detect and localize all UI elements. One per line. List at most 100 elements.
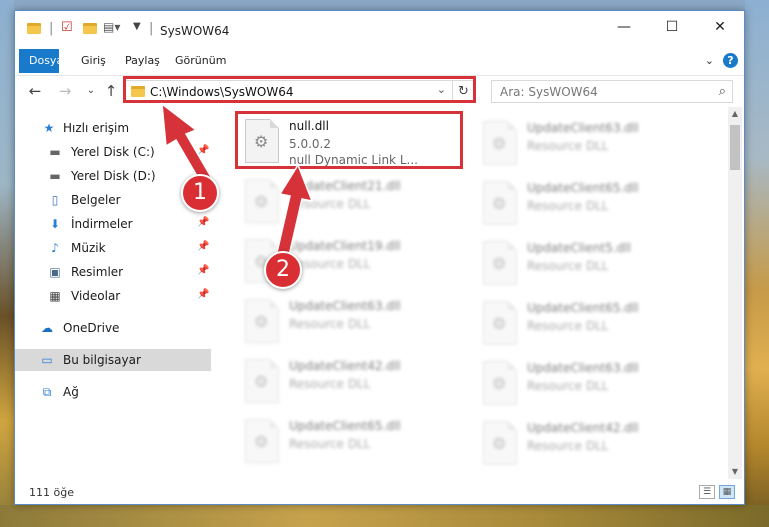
close-button[interactable]: ✕	[697, 11, 743, 43]
file-tile[interactable]: ⚙ UpdateClient63.dll Resource DLL	[239, 295, 464, 353]
file-tile[interactable]: ⚙ UpdateClient65.dll Resource DLL	[239, 415, 464, 473]
desktop-background-bottom	[0, 505, 769, 527]
pin-icon: 📌	[197, 217, 210, 228]
music-icon: ♪	[51, 241, 59, 255]
sidebar-item-disk-d[interactable]: ▬ Yerel Disk (D:) 📌	[15, 165, 211, 187]
sidebar-item-quick-access[interactable]: ★ Hızlı erişim	[15, 117, 211, 139]
computer-icon: ▭	[41, 353, 53, 367]
dll-file-icon: ⚙	[245, 359, 279, 403]
status-bar: 111 öğe ☰ ▦	[15, 481, 744, 504]
dll-file-icon: ⚙	[483, 121, 517, 165]
file-type: Resource DLL	[527, 199, 609, 213]
video-icon: ▦	[49, 289, 61, 303]
file-name: UpdateClient42.dll	[527, 421, 639, 435]
highlight-box-address	[123, 76, 476, 103]
scroll-down-arrow[interactable]: ▼	[728, 465, 742, 479]
up-button[interactable]: ↑	[101, 81, 121, 101]
sidebar-item-disk-c[interactable]: ▬ Yerel Disk (C:) 📌	[15, 141, 211, 163]
pin-icon: 📌	[197, 289, 210, 300]
search-input[interactable]: Ara: SysWOW64	[500, 85, 598, 99]
sidebar-item-label: Yerel Disk (D:)	[71, 169, 156, 183]
file-tile[interactable]: ⚙ UpdateClient21.dll Resource DLL	[239, 175, 464, 233]
download-icon: ⬇	[49, 217, 61, 231]
file-tile[interactable]: ⚙ UpdateClient63.dll Resource DLL	[477, 117, 702, 175]
forward-button[interactable]: →	[55, 81, 75, 101]
file-type: Resource DLL	[289, 437, 371, 451]
item-count: 111 öğe	[29, 486, 74, 499]
tab-giris[interactable]: Giriş	[71, 49, 116, 73]
divider: |	[149, 21, 154, 36]
gear-icon: ⚙	[254, 312, 269, 331]
gear-icon: ⚙	[492, 134, 507, 153]
sidebar-item-label: Yerel Disk (C:)	[71, 145, 155, 159]
file-tile[interactable]: ⚙ UpdateClient42.dll Resource DLL	[239, 355, 464, 413]
file-name: UpdateClient63.dll	[527, 121, 639, 135]
pictures-icon: ▣	[49, 265, 61, 279]
search-box[interactable]: Ara: SysWOW64 ⌕	[491, 80, 733, 103]
search-icon: ⌕	[718, 84, 726, 99]
title-bar: | ☑ ▤▾ ▼ | SysWOW64 — ☐ ✕	[15, 11, 744, 47]
file-type: Resource DLL	[527, 439, 609, 453]
new-folder-icon[interactable]	[83, 23, 97, 34]
step-badge-2: 2	[264, 251, 302, 289]
file-tile[interactable]: ⚙ UpdateClient42.dll Resource DLL	[477, 417, 702, 475]
window-title: SysWOW64	[160, 24, 230, 38]
customize-quick-access-icon[interactable]: ▤▾	[103, 20, 120, 34]
sidebar-item-onedrive[interactable]: ☁ OneDrive	[15, 317, 211, 339]
file-name: UpdateClient65.dll	[289, 419, 401, 433]
file-tile[interactable]: ⚙ UpdateClient63.dll Resource DLL	[477, 357, 702, 415]
tab-paylas[interactable]: Paylaş	[115, 49, 170, 73]
gear-icon: ⚙	[254, 372, 269, 391]
file-type: Resource DLL	[527, 259, 609, 273]
sidebar-item-downloads[interactable]: ⬇ İndirmeler 📌	[15, 213, 211, 235]
back-button[interactable]: ←	[25, 81, 45, 101]
documents-icon: ▯	[51, 193, 59, 207]
dll-file-icon: ⚙	[483, 301, 517, 345]
properties-icon[interactable]: ☑	[61, 20, 73, 35]
dll-file-icon: ⚙	[483, 241, 517, 285]
file-type: Resource DLL	[289, 377, 371, 391]
chevron-down-icon[interactable]: ▼	[133, 21, 141, 32]
gear-icon: ⚙	[254, 432, 269, 451]
desktop-background-left	[0, 0, 14, 527]
help-icon[interactable]: ?	[723, 53, 738, 68]
gear-icon: ⚙	[492, 194, 507, 213]
file-type: Resource DLL	[289, 317, 371, 331]
file-name: UpdateClient5.dll	[527, 241, 631, 255]
file-type: Resource DLL	[527, 319, 609, 333]
chevron-down-icon[interactable]: ⌄	[705, 54, 714, 67]
file-tile[interactable]: ⚙ UpdateClient5.dll Resource DLL	[477, 237, 702, 295]
step-badge-1: 1	[181, 174, 219, 212]
tab-dosya[interactable]: Dosya	[19, 49, 63, 73]
file-type: Resource DLL	[527, 379, 609, 393]
minimize-button[interactable]: —	[601, 11, 647, 43]
maximize-button[interactable]: ☐	[649, 11, 695, 43]
file-tile[interactable]: ⚙ UpdateClient65.dll Resource DLL	[477, 177, 702, 235]
pin-icon: 📌	[197, 265, 210, 276]
gear-icon: ⚙	[492, 434, 507, 453]
recent-locations-button[interactable]: ⌄	[81, 81, 101, 101]
file-type: Resource DLL	[527, 139, 609, 153]
drive-icon: ▬	[49, 169, 61, 183]
file-name: UpdateClient63.dll	[527, 361, 639, 375]
file-name: UpdateClient42.dll	[289, 359, 401, 373]
dll-file-icon: ⚙	[245, 299, 279, 343]
tiles-view-icon[interactable]: ▦	[719, 485, 735, 499]
file-type: Resource DLL	[289, 197, 371, 211]
sidebar-item-music[interactable]: ♪ Müzik 📌	[15, 237, 211, 259]
details-view-icon[interactable]: ☰	[699, 485, 715, 499]
sidebar-item-network[interactable]: ⧉ Ağ	[15, 381, 211, 403]
navigation-pane: ★ Hızlı erişim ▬ Yerel Disk (C:) 📌 ▬ Yer…	[15, 107, 211, 477]
sidebar-item-label: Belgeler	[71, 193, 121, 207]
folder-icon	[27, 23, 41, 34]
sidebar-item-this-pc[interactable]: ▭ Bu bilgisayar	[15, 349, 211, 371]
sidebar-item-pictures[interactable]: ▣ Resimler 📌	[15, 261, 211, 283]
tab-gorunum[interactable]: Görünüm	[165, 49, 236, 73]
scroll-thumb[interactable]	[730, 125, 740, 170]
scroll-up-arrow[interactable]: ▲	[728, 107, 742, 121]
sidebar-item-videos[interactable]: ▦ Videolar 📌	[15, 285, 211, 307]
vertical-scrollbar[interactable]: ▲ ▼	[728, 107, 742, 479]
sidebar-item-label: OneDrive	[63, 321, 120, 335]
gear-icon: ⚙	[492, 254, 507, 273]
file-tile[interactable]: ⚙ UpdateClient65.dll Resource DLL	[477, 297, 702, 355]
